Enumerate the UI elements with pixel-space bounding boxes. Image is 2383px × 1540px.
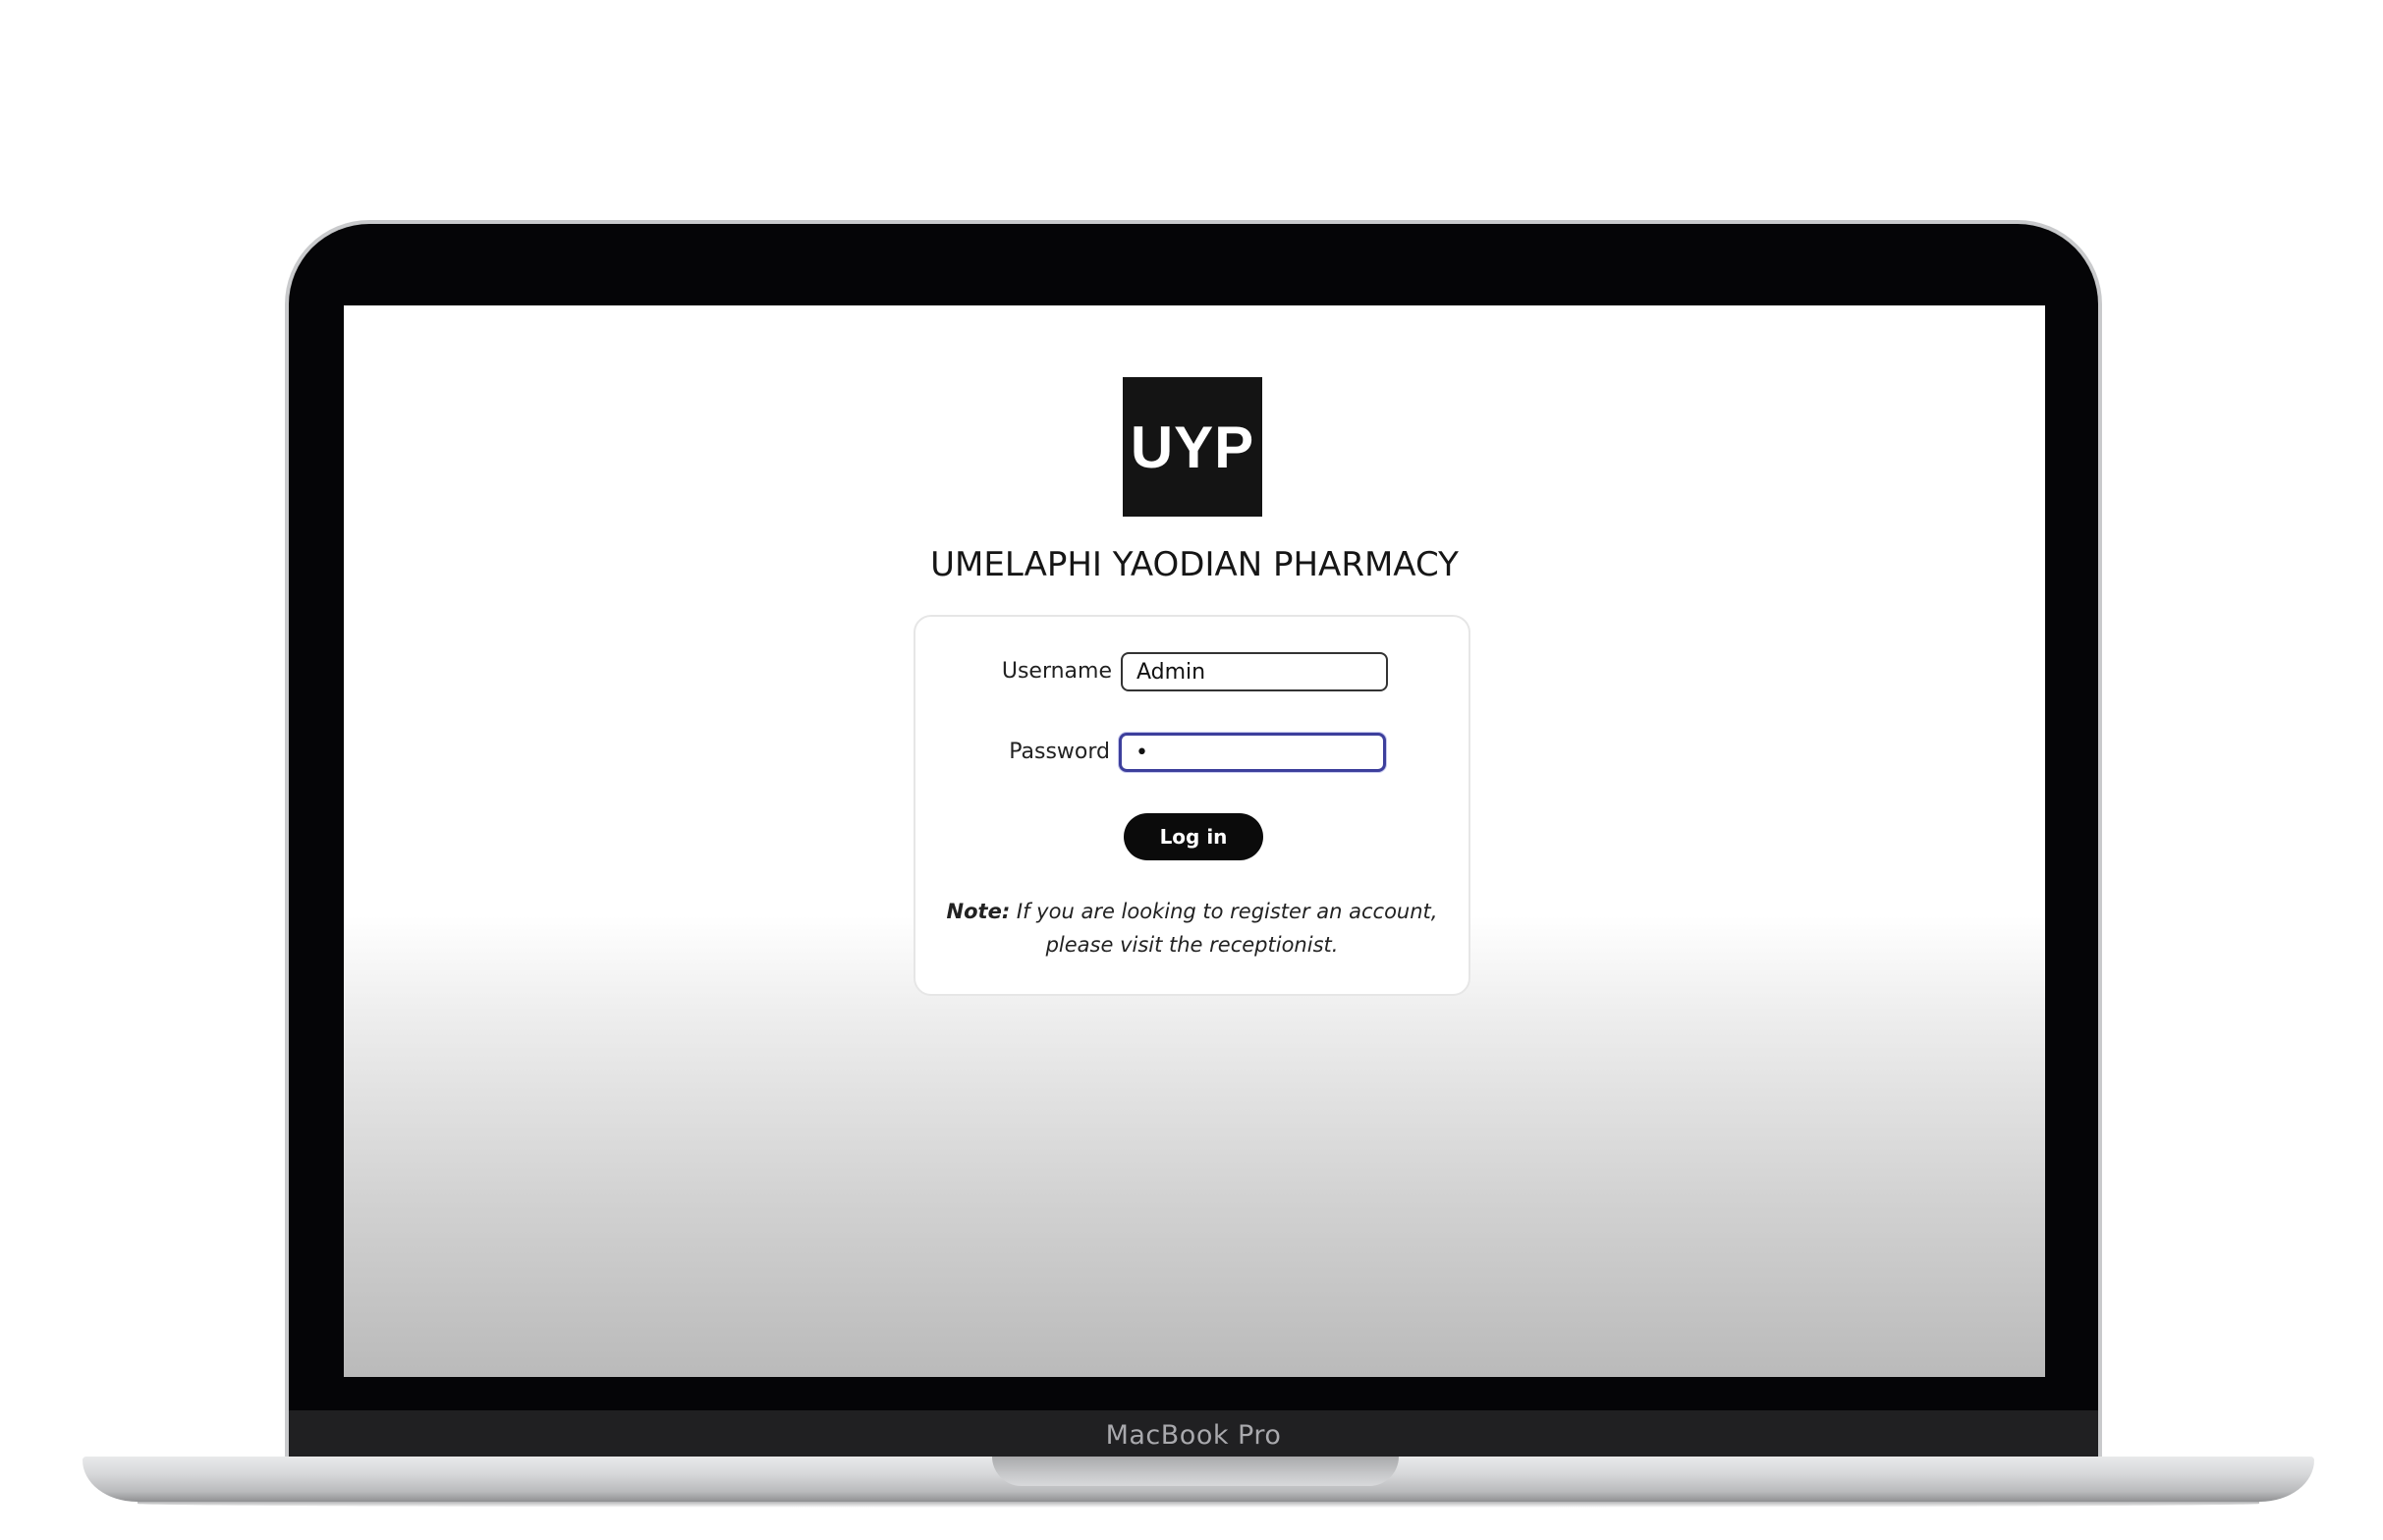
device-mockup: MacBook Pro UYP UMELAPHI YAODIAN PHARMAC… [0,0,2383,1540]
device-brand-label: MacBook Pro [1105,1419,1282,1451]
note-line-2: please visit the receptionist. [1045,933,1339,957]
username-row: Username [915,651,1469,692]
page-title: UMELAPHI YAODIAN PHARMACY [930,545,1459,584]
note-line-1: If you are looking to register an accoun… [1016,900,1438,923]
username-label: Username [1001,659,1112,684]
login-button[interactable]: Log in [1124,813,1263,860]
laptop-base-notch [992,1457,1399,1486]
username-input[interactable] [1121,652,1388,691]
password-label: Password [1009,740,1110,764]
logo-text: UYP [1130,413,1255,480]
pharmacy-logo: UYP [1123,377,1262,517]
note-prefix: Note: [946,900,1011,923]
password-input[interactable] [1119,733,1386,772]
login-card: Username Password Log in Note: If you ar… [914,615,1470,996]
login-page: UYP UMELAPHI YAODIAN PHARMACY Username P… [344,305,2045,1377]
bezel-chin: MacBook Pro [289,1410,2098,1458]
password-row: Password [915,732,1469,773]
registration-note: Note: If you are looking to register an … [935,895,1449,962]
